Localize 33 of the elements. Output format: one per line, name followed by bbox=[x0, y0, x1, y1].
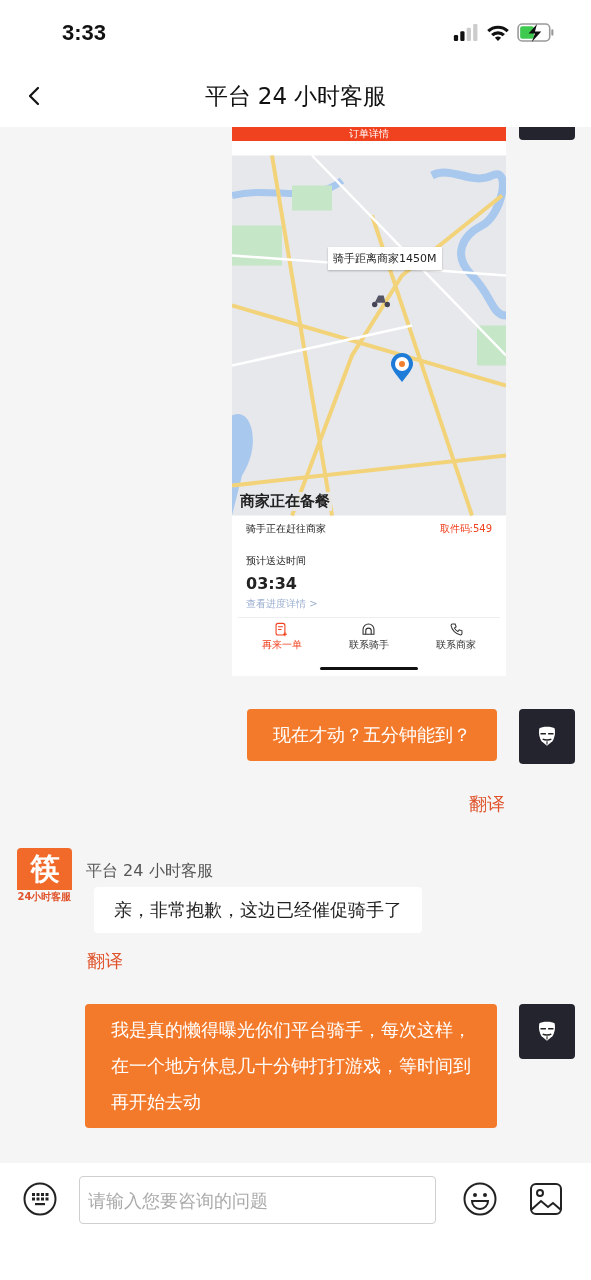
eta-label: 预计送达时间 bbox=[245, 553, 307, 568]
user-avatar bbox=[519, 127, 575, 140]
message-bubble: 亲，非常抱歉，这边已经催促骑手了 bbox=[94, 887, 422, 933]
map-pin-icon bbox=[390, 353, 414, 383]
pickup-code: 取件码:549 bbox=[439, 521, 492, 536]
document-icon bbox=[274, 621, 290, 637]
signal-icon bbox=[453, 24, 479, 41]
keyboard-icon[interactable] bbox=[23, 1182, 57, 1216]
battery-charging-icon bbox=[517, 23, 555, 42]
page-title: 平台 24 小时客服 bbox=[204, 81, 387, 111]
eta-time: 03:34 bbox=[245, 572, 298, 595]
details-link[interactable]: 查看进度详情 > bbox=[238, 596, 318, 611]
translate-link[interactable]: 翻译 bbox=[87, 949, 123, 973]
helmet-icon bbox=[361, 621, 377, 637]
message-bubble: 我是真的懒得曝光你们平台骑手，每次这样，在一个地方休息几十分钟打打游戏，等时间到再开始去动 bbox=[85, 1004, 497, 1128]
emoji-icon[interactable] bbox=[463, 1182, 497, 1216]
map-distance-label: 骑手距离商家1450M bbox=[328, 247, 442, 270]
wifi-icon bbox=[486, 24, 510, 41]
action-button[interactable]: 联系商家 bbox=[436, 621, 477, 652]
rider-status: 骑手正在赶往商家 bbox=[246, 521, 326, 536]
phone-icon bbox=[448, 621, 464, 637]
action-button[interactable]: 再来一单 bbox=[261, 621, 302, 652]
translate-link[interactable]: 翻译 bbox=[469, 792, 505, 816]
message-input[interactable]: 请输入您要咨询的问题 bbox=[79, 1176, 436, 1224]
back-icon[interactable] bbox=[28, 86, 40, 106]
logo-caption: 24小时客服 bbox=[17, 890, 72, 903]
status-time: 3:33 bbox=[62, 19, 107, 46]
logo-mark: 筷 bbox=[17, 848, 72, 890]
screenshot-header: 订单详情 bbox=[232, 127, 506, 141]
image-icon[interactable] bbox=[529, 1182, 563, 1216]
sender-name: 平台 24 小时客服 bbox=[86, 861, 213, 882]
message-bubble: 现在才动？五分钟能到？ bbox=[247, 709, 497, 761]
action-button[interactable]: 联系骑手 bbox=[349, 621, 389, 652]
